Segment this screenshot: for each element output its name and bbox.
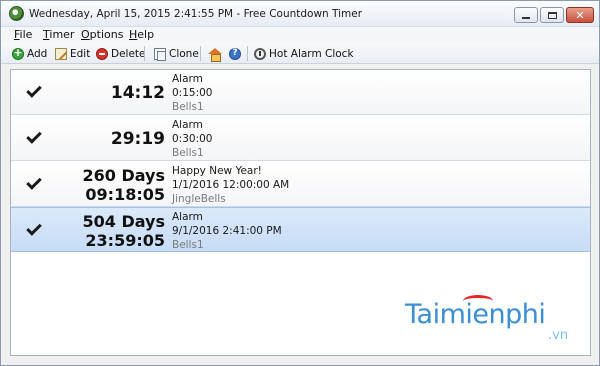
edit-label: Edit	[70, 48, 91, 60]
timer-row[interactable]: 260 Days 09:18:05 Happy New Year! 1/1/20…	[11, 162, 590, 207]
home-icon	[208, 48, 222, 62]
timer-sound: Bells1	[172, 239, 204, 251]
countdown-days: 260 Days	[82, 166, 165, 185]
menu-timer[interactable]: Timer	[43, 28, 74, 41]
close-button[interactable]: ✕	[566, 7, 594, 23]
menu-options[interactable]: Options	[81, 28, 123, 41]
timer-name: Happy New Year!	[172, 165, 262, 177]
countdown-time: 29:19	[110, 129, 165, 149]
timer-info: Alarm 0:30:00 Bells1	[172, 118, 212, 160]
timer-list[interactable]: 14:12 Alarm 0:15:00 Bells1 29:19 Alarm 0…	[10, 69, 591, 356]
home-button[interactable]	[208, 46, 222, 62]
delete-button[interactable]: Delete	[96, 46, 146, 62]
hot-alarm-clock-button[interactable]: Hot Alarm Clock	[254, 46, 354, 62]
timer-target: 0:30:00	[172, 133, 213, 145]
maximize-icon	[547, 11, 557, 19]
countdown-clock: 09:18:05	[85, 185, 165, 204]
minimize-button[interactable]	[514, 7, 538, 23]
countdown-days: 504 Days	[82, 212, 165, 231]
timer-info: Happy New Year! 1/1/2016 12:00:00 AM Jin…	[172, 164, 289, 206]
help-button[interactable]	[229, 46, 241, 62]
edit-icon	[55, 48, 67, 60]
countdown-time: 14:12	[110, 83, 165, 103]
timer-name: Alarm	[172, 119, 203, 131]
edit-button[interactable]: Edit	[55, 46, 90, 62]
app-icon[interactable]	[9, 6, 24, 21]
toolbar-separator	[200, 46, 201, 61]
clone-label: Clone	[169, 48, 199, 60]
delete-label: Delete	[111, 48, 146, 60]
delete-icon	[96, 48, 108, 60]
menu-help[interactable]: Help	[129, 28, 154, 41]
add-button[interactable]: Add	[12, 46, 47, 62]
timer-row[interactable]: 29:19 Alarm 0:30:00 Bells1	[11, 116, 590, 161]
alarm-clock-icon	[254, 48, 266, 60]
timer-sound: Bells1	[172, 147, 204, 159]
title-bar[interactable]: Wednesday, April 15, 2015 2:41:55 PM - F…	[1, 1, 599, 27]
countdown-time: 260 Days 09:18:05	[35, 166, 165, 204]
add-icon	[12, 46, 24, 60]
timer-sound: Bells1	[172, 101, 204, 113]
hot-alarm-clock-label: Hot Alarm Clock	[269, 48, 354, 60]
window-title: Wednesday, April 15, 2015 2:41:55 PM - F…	[29, 8, 363, 20]
add-label: Add	[27, 48, 48, 60]
timer-info: Alarm 0:15:00 Bells1	[172, 72, 212, 114]
timer-name: Alarm	[172, 73, 203, 85]
timer-target: 9/1/2016 2:41:00 PM	[172, 225, 282, 237]
minimize-icon	[522, 16, 530, 19]
countdown-time: 504 Days 23:59:05	[35, 212, 165, 250]
toolbar-separator	[247, 46, 248, 61]
app-window: Wednesday, April 15, 2015 2:41:55 PM - F…	[0, 0, 600, 366]
timer-target: 1/1/2016 12:00:00 AM	[172, 179, 290, 191]
timer-target: 0:15:00	[172, 87, 213, 99]
timer-row[interactable]: 14:12 Alarm 0:15:00 Bells1	[11, 70, 590, 115]
close-icon: ✕	[575, 8, 585, 22]
menu-file[interactable]: File	[14, 28, 32, 41]
menu-bar: File Timer Options Help	[1, 27, 599, 43]
clone-icon	[154, 48, 166, 61]
timer-sound: JingleBells	[172, 193, 226, 205]
countdown-clock: 23:59:05	[85, 231, 165, 250]
toolbar-separator	[144, 46, 145, 61]
timer-name: Alarm	[172, 211, 203, 223]
timer-row-selected[interactable]: 504 Days 23:59:05 Alarm 9/1/2016 2:41:00…	[11, 207, 590, 252]
clone-button[interactable]: Clone	[154, 46, 199, 62]
maximize-button[interactable]	[540, 7, 564, 23]
toolbar: Add Edit Delete Clone Hot Alarm Clock	[1, 43, 599, 64]
timer-info: Alarm 9/1/2016 2:41:00 PM Bells1	[172, 210, 282, 252]
help-icon	[229, 48, 241, 60]
